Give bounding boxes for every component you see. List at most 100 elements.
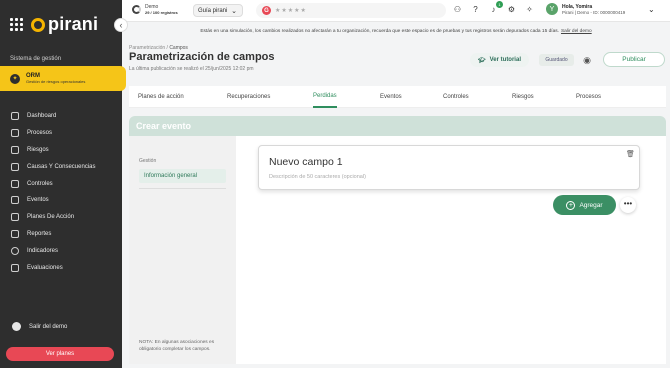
sidebar-item-label: Riesgos <box>27 146 49 153</box>
exit-demo-label: Salir del demo <box>29 323 68 330</box>
rating-stars[interactable]: ★★★★★ <box>275 7 307 14</box>
sidebar-item-riesgos[interactable]: Riesgos <box>0 142 122 159</box>
tab-planes-de-accion[interactable]: Planes de acción <box>138 86 184 108</box>
risk-icon <box>11 145 19 154</box>
progress-ring-icon <box>132 5 141 14</box>
tab-procesos[interactable]: Procesos <box>576 86 601 108</box>
reports-icon <box>11 229 19 238</box>
tab-riesgos[interactable]: Riesgos <box>512 86 534 108</box>
chevron-down-icon: ⌄ <box>231 8 237 15</box>
trash-icon[interactable]: 🗑︎ <box>626 151 635 159</box>
divider <box>139 188 226 189</box>
field-title[interactable]: Nuevo campo 1 <box>269 156 343 168</box>
sidebar-item-label: Causas Y Consecuencias <box>27 163 96 170</box>
tab-recuperaciones[interactable]: Recuperaciones <box>227 86 270 108</box>
top-icons: ⚇ ? ♪ 1 ⚙ ✧ <box>453 1 534 14</box>
apps-grid-icon[interactable] <box>10 18 23 31</box>
fields-panel: Nuevo campo 1 Descripción de 50 caracter… <box>236 136 666 364</box>
demo-status: Demo 29 / 100 registros <box>132 4 178 15</box>
tab-perdidas[interactable]: Perdidas <box>313 86 337 108</box>
evaluations-icon <box>11 263 19 272</box>
graduation-cap-icon: 🎓︎ <box>478 57 486 64</box>
add-label: Agregar <box>579 201 603 209</box>
sidebar-item-causas[interactable]: Causas Y Consecuencias <box>0 158 122 175</box>
warning-icon <box>11 196 19 205</box>
page-title: Parametrización de campos <box>129 51 275 63</box>
sidebar: pirani Sistema de gestión ✦ ORM Gestión … <box>0 0 126 368</box>
causes-icon <box>11 162 19 171</box>
module-subtitle: Gestión de riesgos operacionales <box>26 79 86 84</box>
sidebar-item-planes[interactable]: Planes De Acción <box>0 209 122 226</box>
sidebar-nav: Dashboard Procesos Riesgos Causas Y Cons… <box>0 108 122 276</box>
sidebar-item-reportes[interactable]: Reportes <box>0 226 122 243</box>
exit-icon <box>12 322 21 331</box>
sidebar-item-label: Reportes <box>27 230 52 237</box>
plus-icon: + <box>566 200 576 210</box>
sidebar-item-evaluaciones[interactable]: Evaluaciones <box>0 259 122 276</box>
sections-panel: Gestión Información general NOTA: En alg… <box>129 136 236 364</box>
status-badge: Guardado <box>539 54 574 66</box>
action-plan-icon <box>11 213 19 222</box>
gear-icon[interactable]: ⚙ <box>507 5 516 14</box>
banner-exit-link[interactable]: Salir del demo <box>561 29 592 34</box>
required-note: NOTA: En algunas asociaciones es obligat… <box>139 340 215 352</box>
section-label: Gestión <box>139 158 157 164</box>
publish-button[interactable]: Publicar <box>603 52 665 67</box>
sidebar-item-procesos[interactable]: Procesos <box>0 125 122 142</box>
system-label: Sistema de gestión <box>10 56 62 62</box>
more-options-button[interactable]: ••• <box>620 197 636 213</box>
chevron-down-icon[interactable]: ⌄ <box>648 5 655 14</box>
sidebar-item-label: Eventos <box>27 197 49 204</box>
tab-eventos[interactable]: Eventos <box>380 86 402 108</box>
exit-demo-link[interactable]: Salir del demo <box>12 322 67 331</box>
sidebar-item-dashboard[interactable]: Dashboard <box>0 108 122 125</box>
sidebar-item-label: Planes De Acción <box>27 214 75 221</box>
rating-bar[interactable]: G ★★★★★ <box>256 3 446 18</box>
process-icon <box>11 129 19 138</box>
demo-records: 29 / 100 registros <box>145 10 178 15</box>
add-user-icon[interactable]: ⚇ <box>453 5 462 14</box>
indicators-icon <box>11 246 19 255</box>
logo-row: pirani <box>10 14 98 35</box>
notification-badge: 1 <box>496 1 503 8</box>
section-item-general-info[interactable]: Información general <box>139 169 226 183</box>
collapse-sidebar-button[interactable]: ‹ <box>114 18 128 32</box>
demo-banner: Estás en una simulación, los cambios rea… <box>122 24 670 38</box>
create-event-header: Crear evento <box>129 116 666 136</box>
publication-date: La última publicación se realizó el 25/j… <box>129 66 254 72</box>
field-card[interactable]: Nuevo campo 1 Descripción de 50 caracter… <box>258 145 640 190</box>
tab-controles[interactable]: Controles <box>443 86 469 108</box>
field-description[interactable]: Descripción de 50 caracteres (opcional) <box>269 174 366 180</box>
guide-dropdown[interactable]: Guía pirani ⌄ <box>193 4 243 17</box>
guide-label: Guía pirani <box>198 7 228 14</box>
sidebar-item-eventos[interactable]: Eventos <box>0 192 122 209</box>
user-org: Pirani | Demo - ID: 0000000419 <box>562 9 626 15</box>
module-icon: ✦ <box>10 73 20 84</box>
g2-logo-icon: G <box>262 6 271 15</box>
bell-icon[interactable]: ♪ 1 <box>489 1 503 14</box>
module-card-orm[interactable]: ✦ ORM Gestión de riesgos operacionales <box>0 66 126 91</box>
avatar: Y <box>546 3 558 15</box>
sidebar-item-controles[interactable]: Controles <box>0 175 122 192</box>
sidebar-item-label: Controles <box>27 180 53 187</box>
banner-text: Estás en una simulación, los cambios rea… <box>200 28 559 34</box>
sidebar-item-label: Indicadores <box>27 247 59 254</box>
add-field-button[interactable]: + Agregar <box>553 195 616 215</box>
sidebar-item-label: Dashboard <box>27 113 57 120</box>
logo-mark-icon <box>31 17 45 32</box>
help-icon[interactable]: ? <box>471 5 480 14</box>
controls-icon <box>11 179 19 188</box>
sidebar-item-label: Evaluaciones <box>27 264 63 271</box>
user-menu[interactable]: Y Hola, Yomira Pirani | Demo - ID: 00000… <box>546 3 625 15</box>
tutorial-label: Ver tutorial <box>489 57 521 63</box>
logo-text: pirani <box>48 14 99 34</box>
tab-bar: Planes de acción Recuperaciones Perdidas… <box>129 86 666 108</box>
sidebar-item-indicadores[interactable]: Indicadores <box>0 242 122 259</box>
view-plans-button[interactable]: Ver planes <box>6 347 114 361</box>
sidebar-item-label: Procesos <box>27 130 53 137</box>
eye-icon[interactable]: ◉ <box>582 55 592 65</box>
sparkle-icon[interactable]: ✧ <box>525 5 534 14</box>
topbar: Demo 29 / 100 registros Guía pirani ⌄ G … <box>122 0 670 22</box>
tutorial-button[interactable]: 🎓︎ Ver tutorial <box>470 53 529 67</box>
monitor-icon <box>11 112 19 121</box>
